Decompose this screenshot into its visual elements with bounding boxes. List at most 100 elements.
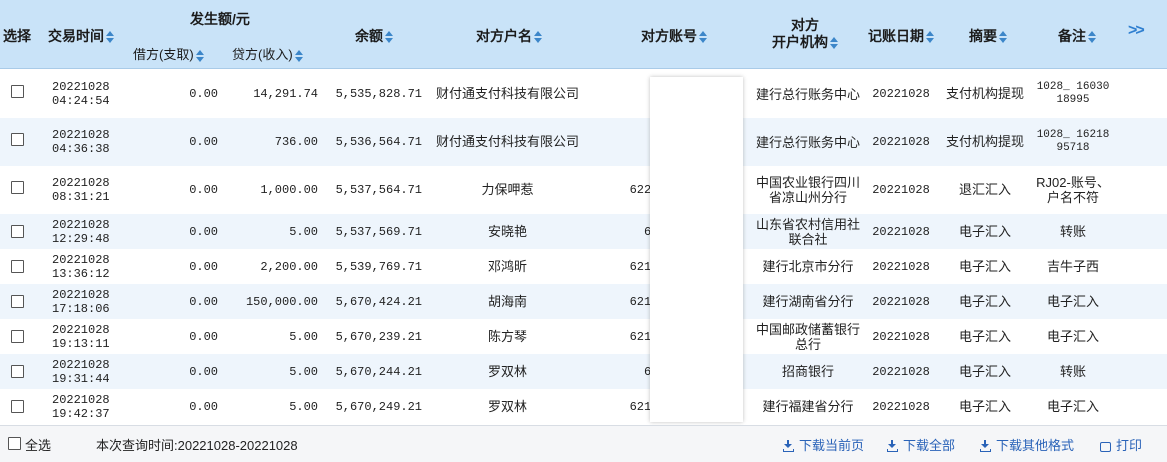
debit-amount: 0.00 [189, 259, 218, 274]
credit-amount: 1,000.00 [260, 183, 318, 197]
debit-amount: 0.00 [189, 135, 218, 149]
debit-amount: 0.00 [189, 364, 218, 379]
transaction-time: 20221028 17:18:06 [52, 287, 110, 316]
counterparty-name: 邓鸿昕 [487, 258, 527, 274]
transaction-time: 20221028 19:13:11 [52, 322, 110, 351]
credit-amount: 2,200.00 [260, 259, 318, 274]
header-time[interactable]: 交易时间 [48, 26, 114, 46]
sort-icon[interactable] [926, 30, 934, 44]
sort-icon[interactable] [999, 30, 1007, 44]
header-remark[interactable]: 备注 [1058, 26, 1096, 46]
balance: 5,539,769.71 [335, 259, 422, 274]
summary: 支付机构提现 [946, 86, 1025, 101]
header-remark-label: 备注 [1058, 28, 1086, 44]
sort-icon[interactable] [294, 49, 303, 63]
transaction-time: 20221028 04:24:54 [52, 80, 110, 108]
summary: 电子汇入 [958, 363, 1011, 379]
sort-icon[interactable] [106, 30, 114, 44]
credit-amount: 5.00 [289, 399, 318, 414]
remark: 1028_ 16030 18995 [1036, 81, 1110, 106]
select-all-checkbox[interactable] [8, 437, 21, 450]
expand-columns-icon[interactable]: >> [1128, 22, 1145, 40]
row-checkbox[interactable] [11, 260, 24, 273]
debit-amount: 0.00 [189, 294, 218, 309]
header-debit-label: 借方(支取) [133, 47, 194, 62]
credit-amount: 5.00 [289, 224, 318, 239]
remark: 转账 [1059, 224, 1086, 239]
counterparty-name: 胡海南 [487, 293, 527, 309]
download-page-button[interactable]: 下载当前页 [783, 435, 864, 454]
balance: 5,670,244.21 [335, 364, 422, 379]
header-summary[interactable]: 摘要 [969, 26, 1007, 46]
printer-icon [1100, 442, 1111, 452]
debit-amount: 0.00 [189, 399, 218, 414]
transaction-time: 20221028 19:31:44 [52, 357, 110, 386]
header-select: 选择 [3, 28, 31, 44]
header-post-date[interactable]: 记账日期 [868, 26, 934, 46]
balance: 5,670,249.21 [335, 399, 422, 414]
remark: 转账 [1059, 364, 1086, 379]
row-checkbox[interactable] [11, 365, 24, 378]
row-checkbox[interactable] [11, 85, 24, 98]
counterparty-bank: 中国邮政储蓄银行总行 [756, 321, 861, 352]
table-row: 20221028 17:18:06 0.00 150,000.00 5,670,4… [0, 284, 1167, 319]
download-all-label: 下载全部 [903, 438, 956, 453]
sort-icon[interactable] [534, 30, 542, 44]
table-row: 20221028 19:31:44 0.00 5.00 5,670,244.21 … [0, 354, 1167, 389]
download-all-button[interactable]: 下载全部 [887, 435, 955, 454]
counterparty-name: 财付通支付科技有限公司 [435, 86, 579, 101]
post-date: 20221028 [872, 329, 930, 344]
row-checkbox[interactable] [11, 295, 24, 308]
redaction-box [650, 77, 743, 422]
counterparty-name: 财付通支付科技有限公司 [435, 134, 579, 149]
sort-icon[interactable] [385, 30, 393, 44]
post-date: 20221028 [872, 224, 930, 239]
print-label: 打印 [1116, 438, 1143, 453]
header-counterparty-account-label: 对方账号 [641, 28, 697, 44]
table-row: 20221028 12:29:48 0.00 5.00 5,537,569.71 … [0, 214, 1167, 249]
header-credit-label: 贷方(收入) [232, 47, 293, 62]
download-icon [887, 440, 898, 452]
counterparty-bank: 招商银行 [781, 364, 834, 379]
row-checkbox[interactable] [11, 225, 24, 238]
download-other-button[interactable]: 下载其他格式 [980, 435, 1074, 454]
row-checkbox[interactable] [11, 133, 24, 146]
balance: 5,535,828.71 [335, 87, 422, 101]
table-row: 20221028 19:42:37 0.00 5.00 5,670,249.21 … [0, 389, 1167, 424]
row-checkbox[interactable] [11, 400, 24, 413]
sort-icon[interactable] [195, 49, 204, 63]
row-checkbox[interactable] [11, 330, 24, 343]
credit-amount: 736.00 [274, 135, 318, 149]
select-all-label[interactable]: 全选 [25, 435, 51, 454]
post-date: 20221028 [872, 399, 930, 414]
balance: 5,537,564.71 [335, 183, 422, 197]
download-other-label: 下载其他格式 [996, 438, 1075, 453]
summary: 电子汇入 [958, 223, 1011, 239]
header-counterparty-name[interactable]: 对方户名 [476, 26, 542, 46]
transaction-time: 20221028 08:31:21 [52, 176, 110, 204]
header-credit[interactable]: 贷方(收入) [232, 44, 303, 63]
counterparty-bank: 山东省农村信用社联合社 [756, 216, 861, 247]
row-checkbox[interactable] [11, 181, 24, 194]
table-row: 20221028 19:13:11 0.00 5.00 5,670,239.21 … [0, 319, 1167, 354]
header-counterparty-account[interactable]: 对方账号 [641, 26, 707, 46]
counterparty-bank: 建行总行账务中心 [756, 86, 861, 102]
sort-icon[interactable] [699, 30, 707, 44]
table-row: 20221028 04:24:54 0.00 14,291.74 5,535,82… [0, 70, 1167, 118]
sort-icon[interactable] [1088, 30, 1096, 44]
counterparty-bank: 建行湖南省分行 [762, 294, 854, 309]
sort-icon[interactable] [830, 36, 838, 50]
post-date: 20221028 [872, 294, 930, 309]
transaction-time: 20221028 04:36:38 [52, 128, 110, 156]
print-button[interactable]: 打印 [1100, 435, 1142, 454]
remark: 电子汇入 [1046, 294, 1099, 309]
table-row: 20221028 04:36:38 0.00 736.00 5,536,564.7… [0, 118, 1167, 166]
remark: RJ02-账号、户名不符 [1036, 175, 1110, 205]
header-debit[interactable]: 借方(支取) [133, 44, 204, 63]
header-balance[interactable]: 余额 [355, 26, 393, 46]
transaction-time: 20221028 13:36:12 [52, 252, 110, 281]
header-counterparty-bank[interactable]: 对方 开户机构 [772, 17, 838, 51]
balance: 5,536,564.71 [335, 135, 422, 149]
summary: 支付机构提现 [946, 134, 1025, 149]
counterparty-name: 力保呷惹 [481, 182, 534, 197]
